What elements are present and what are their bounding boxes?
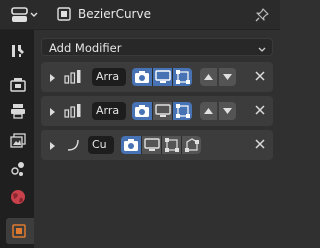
camera-icon [135,71,149,83]
add-modifier-label: Add Modifier [49,41,122,55]
arrow-down-icon [223,108,232,114]
monitor-icon [155,104,171,117]
show-viewport-toggle[interactable] [141,136,161,154]
scene-icon [11,162,24,176]
remove-modifier-button[interactable] [254,70,266,85]
modifier-panel: Cu [41,130,273,160]
array-modifier-icon [64,69,82,88]
add-modifier-dropdown[interactable]: Add Modifier [41,38,273,56]
edit-mode-icon [176,104,190,118]
remove-modifier-button[interactable] [254,104,266,119]
tab-view-layer[interactable] [5,128,31,154]
editor-type-button[interactable] [4,5,42,25]
array-modifier-icon [64,103,82,122]
modifier-panel: Arra [41,62,273,92]
close-icon [255,105,265,115]
show-editmode-toggle[interactable] [132,68,152,86]
pin-icon[interactable] [254,7,270,26]
arrow-up-icon [204,74,213,80]
on-cage-icon [185,138,199,152]
expand-triangle-icon[interactable] [49,106,56,119]
monitor-icon [155,70,171,83]
camera-icon [124,139,138,151]
show-viewport-toggle[interactable] [152,102,172,120]
properties-tabs [0,30,34,248]
object-icon [12,224,26,238]
modifier-name-field[interactable]: Cu [88,136,114,154]
object-name: BezierCurve [78,7,151,21]
tab-output[interactable] [5,98,31,124]
show-render-toggle[interactable] [161,136,181,154]
curve-modifier-icon [66,137,82,156]
modifier-name-field[interactable]: Arra [92,102,126,120]
chevron-down-icon [258,43,266,56]
tab-tool[interactable] [5,38,31,64]
modifier-name-field[interactable]: Arra [92,68,126,86]
show-viewport-toggle[interactable] [152,68,172,86]
edit-mode-icon [165,138,179,152]
curve-object-icon [57,7,71,24]
world-icon [11,190,25,204]
modifier-panel-area: Add Modifier Arra Arra Cu [34,30,280,248]
tab-scene[interactable] [5,156,31,182]
view-layer-icon [10,133,26,148]
expand-triangle-icon[interactable] [49,140,56,153]
show-render-toggle[interactable] [172,68,192,86]
move-up-button[interactable] [200,102,217,120]
tab-world[interactable] [5,184,31,210]
arrow-up-icon [204,108,213,114]
show-render-toggle[interactable] [172,102,192,120]
move-down-button[interactable] [218,102,236,120]
camera-icon [135,105,149,117]
show-on-cage-toggle[interactable] [181,136,201,154]
tab-render[interactable] [5,72,31,98]
tab-object[interactable] [6,218,34,244]
render-icon [10,78,26,92]
move-up-button[interactable] [200,68,217,86]
show-editmode-toggle[interactable] [132,102,152,120]
properties-header: BezierCurve [0,0,280,30]
properties-editor: BezierCurve Add Modifier Arra Arra Cu [0,0,280,248]
remove-modifier-button[interactable] [254,138,266,153]
move-down-button[interactable] [218,68,236,86]
edit-mode-icon [176,70,190,84]
properties-editor-icon [11,7,38,22]
tool-icon [12,45,24,57]
expand-triangle-icon[interactable] [49,72,56,85]
close-icon [255,139,265,149]
show-editmode-toggle[interactable] [121,136,141,154]
modifier-panel: Arra [41,96,273,126]
arrow-down-icon [223,74,232,80]
monitor-icon [144,138,160,151]
close-icon [255,71,265,81]
output-icon [11,104,25,119]
